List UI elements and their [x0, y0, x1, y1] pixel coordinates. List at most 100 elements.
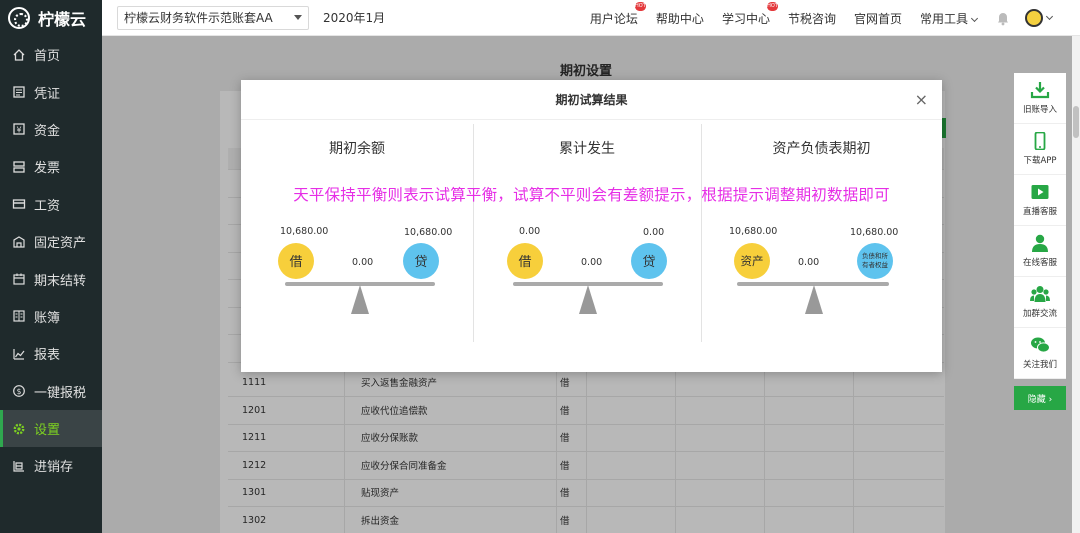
book-icon	[12, 309, 26, 323]
sidebar-item-label: 期末结转	[34, 273, 87, 289]
chevron-down-icon	[1045, 12, 1054, 20]
svg-text:$: $	[17, 387, 22, 396]
sidebar-item-tax[interactable]: $ 一键报税	[0, 373, 102, 410]
toolbar-label: 直播客服	[1022, 207, 1057, 217]
hot-badge: HOT	[766, 1, 778, 11]
account-set-select[interactable]: 柠檬云财务软件示范账套AA	[117, 5, 309, 30]
sidebar-item-inventory[interactable]: 进销存	[0, 447, 102, 484]
link-label: 帮助中心	[655, 11, 704, 26]
current-period[interactable]: 2020年1月	[323, 9, 385, 26]
toolbar-label: 在线客服	[1022, 258, 1057, 268]
asset-icon	[12, 235, 26, 249]
app-logo[interactable]: 柠檬云	[0, 0, 102, 36]
scrollbar-thumb[interactable]	[1073, 106, 1079, 138]
report-icon	[12, 347, 26, 361]
link-learning-center[interactable]: 学习中心 HOT	[721, 1, 778, 27]
link-label: 官网首页	[853, 11, 902, 26]
accumulated-column: 累计发生 借 贷 0.00 0.00 0.00	[473, 124, 701, 342]
avatar-icon	[1025, 9, 1043, 27]
asset-label: 资产	[741, 254, 764, 268]
debit-amount: 0.00	[519, 226, 541, 237]
liability-equity-label: 有者权益	[862, 260, 889, 269]
toolbar-label: 旧账导入	[1022, 105, 1057, 115]
debit-label: 借	[518, 255, 531, 270]
debit-label: 借	[289, 255, 302, 270]
lemon-logo-icon	[8, 7, 30, 29]
calendar-icon	[12, 272, 26, 286]
import-old-books-button[interactable]: 旧账导入	[1014, 73, 1066, 124]
link-common-tools[interactable]: 常用工具	[920, 10, 979, 27]
download-icon	[1030, 81, 1050, 99]
balance-scale-icon: 借 贷	[507, 243, 667, 314]
sidebar-item-period-end[interactable]: 期末结转	[0, 260, 102, 297]
bell-icon[interactable]	[995, 10, 1011, 26]
sidebar-item-label: 凭证	[34, 86, 61, 102]
sidebar-item-label: 首页	[34, 49, 61, 65]
credit-label: 贷	[414, 255, 427, 270]
user-avatar[interactable]	[1025, 9, 1054, 27]
difference-amount: 0.00	[581, 257, 603, 268]
sidebar-item-invoice[interactable]: 发票	[0, 148, 102, 185]
toolbar-label: 加群交流	[1022, 309, 1057, 319]
liability-equity-amount: 10,680.00	[850, 227, 899, 238]
sidebar-item-home[interactable]: 首页	[0, 36, 102, 73]
sidebar-item-settings[interactable]: 设置	[0, 409, 102, 448]
join-group-button[interactable]: 加群交流	[1014, 277, 1066, 328]
live-service-button[interactable]: 直播客服	[1014, 175, 1066, 226]
top-links: 用户论坛 HOT 帮助中心 学习中心 HOT 节税咨询 官网首页 常用工具	[590, 0, 1080, 36]
difference-amount: 0.00	[798, 257, 820, 268]
phone-icon	[1030, 132, 1050, 150]
credit-label: 贷	[642, 255, 655, 270]
link-tax-consult[interactable]: 节税咨询	[788, 10, 836, 27]
sidebar-item-ledger[interactable]: 账簿	[0, 298, 102, 335]
hide-toolbar-button[interactable]: 隐藏 ›	[1014, 386, 1066, 410]
link-user-forum[interactable]: 用户论坛 HOT	[589, 1, 646, 27]
salary-icon	[12, 197, 26, 211]
sidebar-item-salary[interactable]: 工资	[0, 186, 102, 223]
group-icon	[1030, 285, 1050, 303]
fund-icon: ¥	[12, 122, 26, 136]
link-official-site[interactable]: 官网首页	[854, 10, 902, 27]
svg-text:¥: ¥	[16, 126, 21, 135]
sidebar-item-fund[interactable]: ¥ 资金	[0, 111, 102, 148]
sidebar-item-label: 一键报税	[34, 385, 87, 401]
link-label: 节税咨询	[787, 11, 836, 26]
sidebar: 柠檬云 首页 凭证 ¥ 资金 发票 工资 固定资产 期末结转 账簿 报表 $ 一…	[0, 0, 102, 533]
voucher-icon	[12, 85, 26, 99]
sidebar-item-fixed-asset[interactable]: 固定资产	[0, 223, 102, 260]
tax-icon: $	[12, 384, 26, 398]
sidebar-item-label: 工资	[34, 198, 61, 214]
opening-balance-column: 期初余额 借 贷 10,680.00 10,680.00 0.00	[241, 124, 473, 342]
dialog-header: 期初试算结果 ×	[241, 80, 942, 120]
online-service-button[interactable]: 在线客服	[1014, 226, 1066, 277]
video-icon	[1030, 183, 1050, 201]
link-help-center[interactable]: 帮助中心	[656, 10, 704, 27]
follow-us-button[interactable]: 关注我们	[1014, 328, 1066, 379]
difference-amount: 0.00	[352, 257, 374, 268]
sidebar-item-label: 账簿	[34, 310, 61, 326]
sidebar-item-label: 固定资产	[34, 236, 87, 252]
dialog-title: 期初试算结果	[555, 93, 628, 107]
sidebar-item-label: 发票	[34, 161, 61, 177]
toolbar-label: 下载APP	[1023, 156, 1057, 166]
sidebar-item-label: 报表	[34, 348, 61, 364]
gear-icon	[12, 422, 26, 436]
link-label: 学习中心	[721, 11, 770, 26]
download-app-button[interactable]: 下载APP	[1014, 124, 1066, 175]
credit-amount: 0.00	[643, 227, 665, 238]
balance-sheet-opening-column: 资产负债表期初 资产 负债和所 有者权益 10,680.00 10,680.00…	[701, 124, 942, 342]
hot-badge: HOT	[634, 1, 646, 11]
right-float-toolbar: 旧账导入 下载APP 直播客服 在线客服 加群交流 关注我们 隐藏 ›	[1014, 73, 1066, 410]
app-logo-text: 柠檬云	[38, 10, 87, 29]
account-set-value: 柠檬云财务软件示范账套AA	[124, 11, 273, 25]
close-icon[interactable]: ×	[915, 80, 928, 120]
sidebar-item-report[interactable]: 报表	[0, 335, 102, 372]
inventory-icon	[12, 459, 26, 473]
home-icon	[12, 48, 26, 62]
credit-amount: 10,680.00	[404, 227, 453, 238]
link-label: 用户论坛	[589, 11, 638, 26]
trial-balance-result-dialog: 期初试算结果 × 期初余额 借 贷 10,680.00 10,680.00 0.…	[241, 80, 942, 372]
sidebar-item-voucher[interactable]: 凭证	[0, 73, 102, 110]
chevron-down-icon	[294, 15, 302, 20]
page-scrollbar[interactable]	[1072, 36, 1080, 533]
